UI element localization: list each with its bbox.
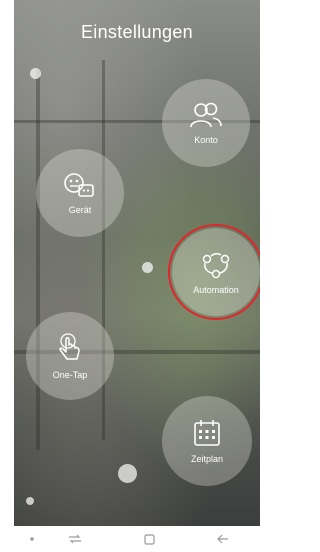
tile-onetap-label: One-Tap — [52, 370, 88, 380]
dot-icon[interactable] — [22, 526, 42, 552]
background-screen: Einstellungen Konto Gerät Automation One… — [14, 0, 260, 526]
tile-konto-label: Konto — [194, 135, 218, 145]
tile-geraet-label: Gerät — [68, 205, 92, 215]
home-square-icon[interactable] — [138, 526, 160, 552]
tile-zeitplan-label: Zeitplan — [190, 454, 224, 464]
frame-line — [36, 70, 40, 450]
bubble-dot — [142, 262, 153, 273]
tap-finger-icon — [59, 333, 80, 360]
tile-zeitplan[interactable]: Zeitplan — [162, 396, 252, 486]
tile-geraet[interactable]: Gerät — [36, 149, 124, 237]
system-navigation-bar — [0, 526, 274, 552]
calendar-icon — [194, 420, 220, 446]
bubble-dot — [30, 68, 41, 79]
bubble-dot — [26, 497, 34, 505]
tile-konto[interactable]: Konto — [162, 79, 250, 167]
highlight-ring — [168, 224, 260, 320]
users-icon — [190, 102, 222, 128]
device-plug-icon — [64, 173, 94, 197]
bubble-dot — [118, 464, 137, 483]
recents-icon[interactable] — [64, 526, 86, 552]
page-indicator — [14, 518, 260, 526]
tile-onetap[interactable]: One-Tap — [26, 312, 114, 400]
back-arrow-icon[interactable] — [212, 526, 234, 552]
page-title: Einstellungen — [81, 22, 193, 42]
